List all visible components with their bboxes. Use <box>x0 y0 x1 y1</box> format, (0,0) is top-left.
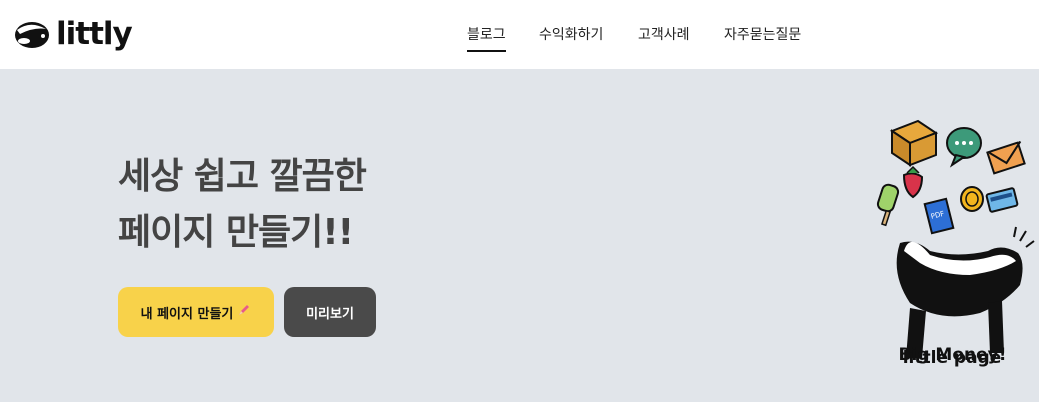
create-page-label: 내 페이지 만들기 <box>140 306 234 322</box>
pdf-icon: PDF <box>923 197 955 235</box>
tagline-line2-wrap: Big Money! <box>870 345 1035 365</box>
popsicle-icon <box>876 183 900 227</box>
nav-item-blog[interactable]: 블로그 <box>467 24 506 52</box>
logo[interactable]: littly <box>12 14 133 54</box>
tagline-line2: Big Money! <box>898 345 1007 365</box>
skunk-logo-icon <box>15 22 49 48</box>
top-header: littly 블로그 수익화하기 고객사례 자주묻는질문 <box>0 0 1039 69</box>
card-icon <box>985 187 1019 213</box>
nav-item-cases[interactable]: 고객사례 <box>638 24 690 44</box>
hero-title: 세상 쉽고 깔끔한 페이지 만들기!! <box>118 149 367 261</box>
box-icon <box>889 119 939 167</box>
chat-bubble-icon <box>946 127 982 168</box>
brand-name: littly <box>56 16 133 52</box>
skunk-icon <box>896 226 1035 358</box>
pen-icon <box>237 303 251 321</box>
hero-title-line2: 페이지 만들기!! <box>118 212 354 253</box>
strawberry-icon <box>902 165 924 199</box>
hero-illustration: PDF little page <box>876 119 1035 368</box>
mail-icon <box>986 140 1026 175</box>
preview-button[interactable]: 미리보기 <box>284 287 376 337</box>
create-page-button[interactable]: 내 페이지 만들기 <box>118 287 274 337</box>
hero-title-line1: 세상 쉽고 깔끔한 <box>118 156 367 197</box>
coin-icon <box>960 186 984 212</box>
nav-item-faq[interactable]: 자주묻는질문 <box>724 24 801 44</box>
nav-item-monetize[interactable]: 수익화하기 <box>539 24 603 44</box>
